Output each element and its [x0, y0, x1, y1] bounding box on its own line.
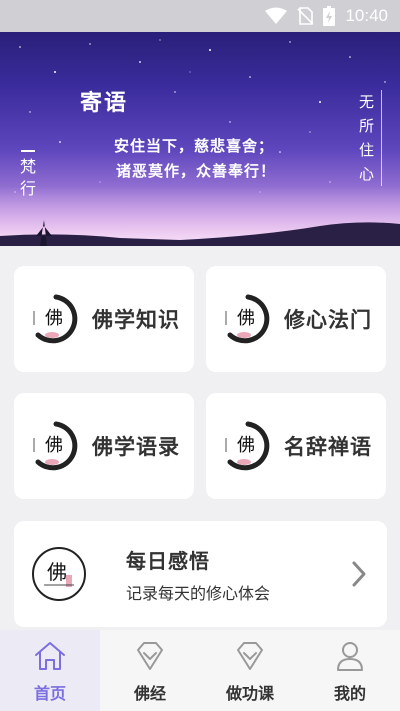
banner-verse-line-2: 诸恶莫作，众善奉行！ [116, 162, 277, 180]
svg-text:佛: 佛 [45, 308, 63, 329]
card-label: 佛学知识 [92, 308, 180, 332]
person-icon [337, 642, 363, 671]
daily-insight-title: 每日感悟 [126, 548, 210, 573]
nav-label: 佛经 [133, 684, 166, 703]
card-label: 佛学语录 [92, 435, 180, 459]
no-sim-icon [297, 7, 314, 25]
chevron-right-icon [352, 561, 366, 587]
daily-insight-subtitle: 记录每天的修心体会 [126, 583, 271, 603]
hero-banner: 寄语 安住当下，慈悲喜舍； 诸恶莫作，众善奉行！ 梵行 无所住心 [0, 32, 400, 246]
banner-vertical-right-text: 无所住心 [356, 90, 382, 186]
battery-charging-icon [323, 6, 336, 26]
svg-text:佛: 佛 [47, 560, 67, 584]
card-label: 修心法门 [284, 308, 372, 332]
banner-vertical-left-text: 梵行 [18, 150, 38, 200]
gem-icon [137, 642, 163, 670]
card-meditation-methods[interactable]: 佛 修心法门 [206, 266, 386, 372]
nav-sutras[interactable]: 佛经 [100, 630, 200, 711]
card-buddhist-quotes[interactable]: 佛 佛学语录 [14, 393, 194, 499]
buddha-logo-icon: 佛 [33, 294, 78, 344]
buddha-logo-icon: 佛 [33, 421, 78, 471]
banner-title: 寄语 [80, 90, 129, 116]
buddha-logo-icon: 佛 [225, 421, 270, 471]
gem-icon [237, 642, 263, 670]
buddha-logo-icon: 佛 [225, 294, 270, 344]
buddha-circle-logo-icon: 佛 [32, 547, 86, 601]
status-bar: 10:40 [0, 0, 400, 32]
nav-daily-practice[interactable]: 做功课 [200, 630, 300, 711]
nav-label: 首页 [33, 684, 66, 703]
svg-text:佛: 佛 [237, 308, 255, 329]
card-buddhist-knowledge[interactable]: 佛 佛学知识 [14, 266, 194, 372]
daily-insight-texts: 每日感悟 记录每天的修心体会 [126, 545, 349, 604]
card-zen-sayings[interactable]: 佛 名辞禅语 [206, 393, 386, 499]
svg-text:佛: 佛 [45, 435, 63, 456]
wifi-icon [265, 7, 288, 24]
nav-home[interactable]: 首页 [0, 630, 100, 711]
hill-silhouette [0, 220, 400, 246]
nav-label: 我的 [333, 684, 366, 703]
daily-insight-card[interactable]: 佛 每日感悟 记录每天的修心体会 [14, 521, 387, 627]
nav-label: 做功课 [225, 684, 274, 703]
nav-mine[interactable]: 我的 [300, 630, 400, 711]
svg-text:佛: 佛 [237, 435, 255, 456]
clock: 10:40 [345, 6, 388, 25]
home-icon [35, 642, 65, 670]
banner-verse-line-1: 安住当下，慈悲喜舍； [114, 137, 275, 155]
card-label: 名辞禅语 [284, 435, 372, 459]
bottom-navigation: 首页 佛经 做功课 我的 [0, 630, 400, 711]
